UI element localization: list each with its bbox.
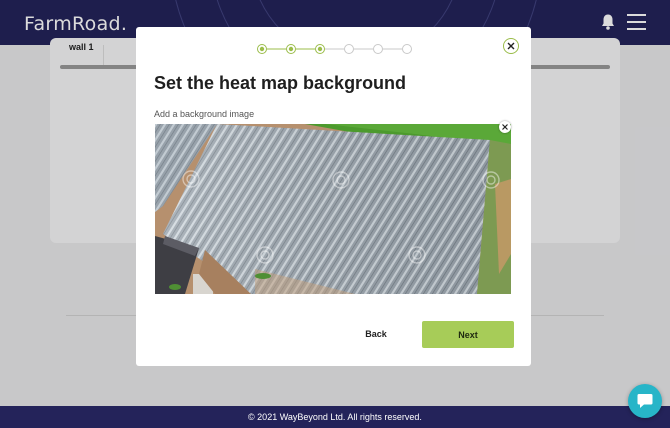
next-button[interactable]: Next	[422, 321, 514, 348]
stepper-step-2	[286, 44, 296, 54]
chat-bubble-icon	[637, 394, 653, 408]
remove-image-button[interactable]	[499, 121, 511, 133]
progress-stepper	[257, 44, 412, 54]
copyright-text: © 2021 WayBeyond Ltd. All rights reserve…	[248, 412, 422, 422]
stepper-step-6	[402, 44, 412, 54]
heatmap-background-modal: Set the heat map background Add a backgr…	[136, 27, 531, 366]
close-icon	[507, 42, 515, 50]
modal-title: Set the heat map background	[154, 73, 407, 93]
chat-launcher-button[interactable]	[628, 384, 662, 418]
back-button[interactable]: Back	[346, 321, 406, 347]
page-footer: © 2021 WayBeyond Ltd. All rights reserve…	[0, 406, 670, 428]
stepper-step-3	[315, 44, 325, 54]
stepper-step-5	[373, 44, 383, 54]
greenhouse-aerial-photo	[155, 124, 511, 294]
modal-close-button[interactable]	[503, 38, 519, 54]
background-image-label: Add a background image	[154, 109, 255, 119]
close-icon	[502, 124, 508, 130]
background-image-preview	[155, 124, 511, 294]
stepper-step-4	[344, 44, 354, 54]
stepper-step-1	[257, 44, 267, 54]
